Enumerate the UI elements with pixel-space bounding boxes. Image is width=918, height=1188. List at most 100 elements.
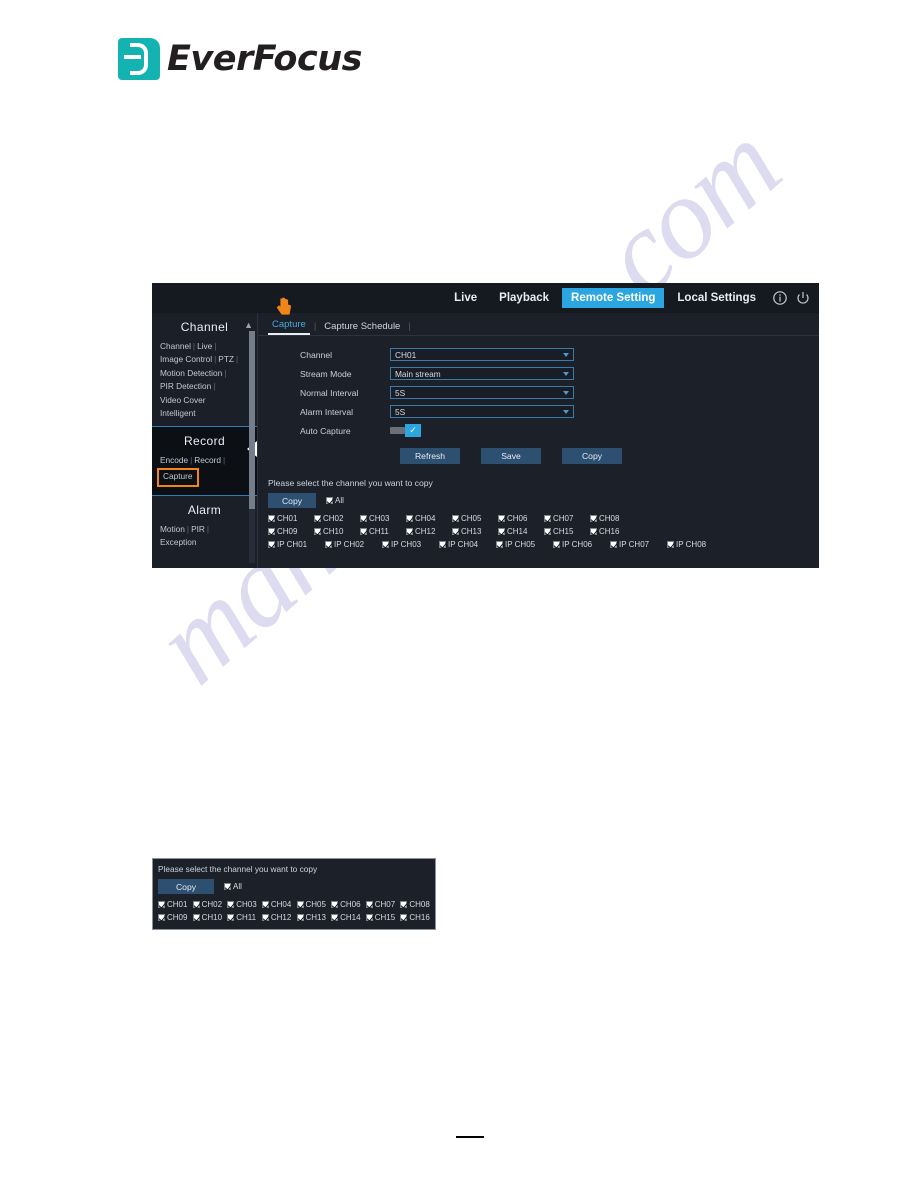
inset-checkbox-ch13[interactable]: CH13 [296,913,332,922]
alarm-interval-select[interactable]: 5S [390,405,574,418]
nav-item-local-settings[interactable]: Local Settings [668,288,765,308]
sidebar-item-label-pir-detection[interactable]: PIR Detection [160,381,211,391]
checkbox-ch08[interactable]: CH08 [590,514,636,523]
sidebar-item-video-cover[interactable]: Video Cover [160,394,257,407]
inset-checkbox-ch09[interactable]: CH09 [158,913,193,922]
checkbox-ip-ch03[interactable]: IP CH03 [382,540,439,549]
inset-checkbox-all-label: All [233,882,242,891]
inset-checkbox-ch15[interactable]: CH15 [365,913,401,922]
inset-checkbox-all[interactable]: All [224,882,242,891]
tab-capture-schedule[interactable]: Capture Schedule [320,321,404,335]
sidebar-item-label-motion[interactable]: Motion [160,524,185,534]
sidebar-item-motion-detection[interactable]: Motion Detection | [160,367,257,380]
checkbox-ip-ch02[interactable]: IP CH02 [325,540,382,549]
chevron-down-icon [563,409,569,414]
checkbox-ch09[interactable]: CH09 [268,527,314,536]
checkbox-ch07[interactable]: CH07 [544,514,590,523]
sidebar-item-label-channel[interactable]: Channel [160,341,191,351]
inset-checkbox-ch08[interactable]: CH08 [400,900,435,909]
inset-checkbox-ch02[interactable]: CH02 [192,900,228,909]
checkbox-icon [544,528,551,535]
sidebar-item-label-ptz[interactable]: PTZ [218,354,234,364]
chevron-up-icon[interactable]: ▲ [244,321,253,330]
checkbox-ch13[interactable]: CH13 [452,527,498,536]
checkbox-label: CH05 [461,514,482,523]
toggle-track [390,427,405,434]
divider: | [206,523,210,534]
sidebar-item-label-record[interactable]: Record [194,455,221,465]
inset-checkbox-ch04[interactable]: CH04 [261,900,297,909]
checkbox-ch11[interactable]: CH11 [360,527,406,536]
sidebar-item-motion-pir[interactable]: Motion | PIR | [160,523,257,536]
checkbox-label: CH04 [270,900,292,909]
sidebar-item-pir-detection[interactable]: PIR Detection | [160,380,257,393]
checkbox-ch15[interactable]: CH15 [544,527,590,536]
info-icon[interactable] [772,290,788,306]
alarm-interval-select-value: 5S [395,406,406,417]
checkbox-ch14[interactable]: CH14 [498,527,544,536]
sidebar-item-channel-live[interactable]: Channel | Live | [160,340,257,353]
checkbox-ip-ch05[interactable]: IP CH05 [496,540,553,549]
inset-checkbox-ch14[interactable]: CH14 [331,913,366,922]
inset-checkbox-ch03[interactable]: CH03 [227,900,262,909]
stream-mode-select[interactable]: Main stream [390,367,574,380]
sidebar-item-label-motion-detection[interactable]: Motion Detection [160,368,222,378]
power-icon[interactable] [795,290,811,306]
checkbox-ip-ch07[interactable]: IP CH07 [610,540,667,549]
inset-checkbox-ch12[interactable]: CH12 [261,913,297,922]
inset-checkbox-ch06[interactable]: CH06 [331,900,366,909]
copy-section-header: Copy All [268,493,819,508]
dvr-web-ui-screenshot: Live Playback Remote Setting Local Setti… [152,283,819,568]
nav-item-live[interactable]: Live [445,288,486,308]
checkbox-ch10[interactable]: CH10 [314,527,360,536]
checkbox-ch12[interactable]: CH12 [406,527,452,536]
inset-copy-apply-button[interactable]: Copy [158,879,214,894]
inset-checkbox-ch01[interactable]: CH01 [158,900,193,909]
copy-apply-button[interactable]: Copy [268,493,316,508]
checkbox-ch01[interactable]: CH01 [268,514,314,523]
copy-button[interactable]: Copy [562,448,622,464]
checkbox-ch03[interactable]: CH03 [360,514,406,523]
inset-checkbox-ch07[interactable]: CH07 [365,900,401,909]
checkbox-ip-ch04[interactable]: IP CH04 [439,540,496,549]
ui-body: ▲ Channel Channel | Live | Image Control | PT… [152,297,819,568]
checkbox-ip-ch01[interactable]: IP CH01 [268,540,325,549]
sidebar-scrollbar[interactable] [249,331,255,563]
checkbox-ch02[interactable]: CH02 [314,514,360,523]
sidebar-item-image-control-ptz[interactable]: Image Control | PTZ | [160,353,257,366]
tab-capture[interactable]: Capture [268,319,310,335]
divider: | [214,341,217,351]
sidebar-item-label-image-control[interactable]: Image Control [160,354,212,364]
checkbox-all[interactable]: All [326,496,344,505]
checkbox-ch16[interactable]: CH16 [590,527,636,536]
sidebar-item-label-live[interactable]: Live [197,341,212,351]
inset-checkbox-ch10[interactable]: CH10 [192,913,228,922]
sidebar-scrollbar-thumb[interactable] [249,331,255,509]
checkbox-ch05[interactable]: CH05 [452,514,498,523]
save-button[interactable]: Save [481,448,541,464]
checkbox-ch04[interactable]: CH04 [406,514,452,523]
nav-item-remote-setting[interactable]: Remote Setting [562,288,665,308]
channel-select[interactable]: CH01 [390,348,574,361]
checkbox-label: CH16 [599,527,620,536]
sidebar-item-intelligent[interactable]: Intelligent [160,407,257,420]
sidebar-item-exception[interactable]: Exception [160,536,257,549]
sidebar-item-label-pir[interactable]: PIR [191,524,205,534]
checkbox-icon [296,901,304,908]
inset-checkbox-ch16[interactable]: CH16 [400,913,435,922]
checkbox-ip-ch06[interactable]: IP CH06 [553,540,610,549]
nav-item-playback[interactable]: Playback [490,288,558,308]
sidebar-item-capture[interactable]: Capture [157,468,199,487]
checkbox-icon [610,541,617,548]
sidebar-item-encode-record[interactable]: Encode | Record | [160,454,257,467]
checkbox-label: IP CH01 [277,540,308,549]
auto-capture-toggle[interactable]: ✓ [390,424,421,437]
inset-checkbox-ch05[interactable]: CH05 [296,900,332,909]
checkbox-ch06[interactable]: CH06 [498,514,544,523]
checkbox-icon [498,515,505,522]
sidebar-item-label-encode[interactable]: Encode [160,455,188,465]
refresh-button[interactable]: Refresh [400,448,460,464]
normal-interval-select[interactable]: 5S [390,386,574,399]
checkbox-ip-ch08[interactable]: IP CH08 [667,540,724,549]
inset-checkbox-ch11[interactable]: CH11 [227,913,262,922]
